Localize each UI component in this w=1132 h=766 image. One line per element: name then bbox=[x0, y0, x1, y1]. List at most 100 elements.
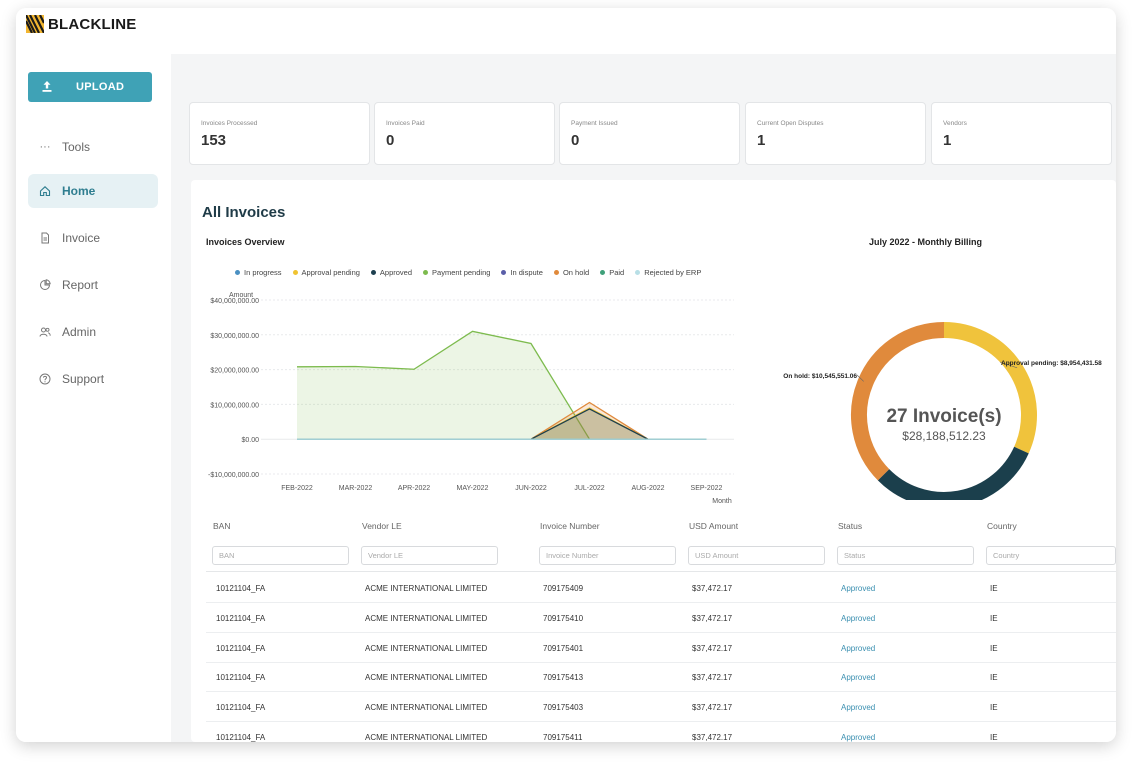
sidebar-item-support[interactable]: Support bbox=[28, 362, 158, 396]
sidebar-item-admin[interactable]: Admin bbox=[28, 315, 158, 349]
table-cell: IE bbox=[990, 673, 998, 683]
table-cell: 10121104_FA bbox=[216, 613, 266, 623]
all-invoices-panel: All Invoices Invoices Overview July 2022… bbox=[191, 180, 1116, 742]
column-header[interactable]: Country bbox=[987, 521, 1017, 531]
kpi-value: 1 bbox=[943, 132, 952, 149]
status-link[interactable]: Approved bbox=[841, 584, 875, 593]
more-dots-icon: ··· bbox=[39, 141, 51, 153]
filter-input-status[interactable] bbox=[837, 546, 974, 565]
kpi-label: Vendors bbox=[943, 120, 967, 127]
kpi-label: Invoices Paid bbox=[386, 120, 425, 127]
table-cell: 10121104_FA bbox=[216, 673, 266, 683]
series-area bbox=[297, 331, 590, 440]
x-tick-label: JUN-2022 bbox=[515, 485, 547, 492]
y-tick-label: $40,000,000.00 bbox=[210, 298, 259, 305]
y-tick-label: $20,000,000.00 bbox=[210, 368, 259, 375]
column-header[interactable]: Status bbox=[838, 521, 862, 531]
kpi-label: Payment Issued bbox=[571, 120, 618, 127]
table-row[interactable]: 10121104_FA ACME INTERNATIONAL LIMITED 709… bbox=[206, 573, 1116, 603]
kpi-value: 0 bbox=[386, 132, 395, 149]
table-cell: IE bbox=[990, 584, 998, 593]
pie-chart-icon bbox=[38, 278, 52, 292]
table-row[interactable]: 10121104_FA ACME INTERNATIONAL LIMITED 709… bbox=[206, 633, 1116, 663]
brand-logo[interactable]: BLACKLINE bbox=[26, 15, 136, 33]
status-link[interactable]: Approved bbox=[841, 673, 875, 682]
x-tick-label: AUG-2022 bbox=[631, 485, 664, 492]
home-icon bbox=[38, 184, 52, 198]
y-tick-label: $10,000,000.00 bbox=[210, 402, 259, 409]
kpi-card: Payment Issued 0 bbox=[559, 102, 740, 165]
users-icon bbox=[38, 325, 52, 339]
table-filter-row bbox=[206, 540, 1116, 572]
kpi-value: 1 bbox=[757, 132, 766, 149]
status-link[interactable]: Approved bbox=[841, 644, 875, 653]
donut-center-count: 27 Invoice(s) bbox=[886, 406, 1001, 427]
invoices-overview-chart: $40,000,000.00 $30,000,000.00 $20,000,000.… bbox=[208, 292, 734, 505]
upload-label: UPLOAD bbox=[76, 81, 125, 93]
filter-input-invoice-number[interactable] bbox=[539, 546, 676, 565]
filter-input-usd-amount[interactable] bbox=[688, 546, 825, 565]
kpi-label: Invoices Processed bbox=[201, 120, 258, 127]
donut-slice bbox=[877, 446, 1029, 500]
main-content: Invoices Processed 153 Invoices Paid 0 Payme… bbox=[171, 54, 1116, 742]
overview-chart-title: Invoices Overview bbox=[206, 237, 285, 247]
sidebar-item-report[interactable]: Report bbox=[28, 268, 158, 302]
table-cell: 10121104_FA bbox=[216, 643, 266, 653]
table-row[interactable]: 10121104_FA ACME INTERNATIONAL LIMITED 709… bbox=[206, 603, 1116, 633]
sidebar-item-label: Admin bbox=[62, 325, 97, 339]
table-cell: 709175410 bbox=[543, 613, 584, 623]
sidebar-item-label: Home bbox=[62, 184, 96, 198]
table-cell: 10121104_FA bbox=[216, 584, 266, 593]
slice-label: Approval pending: $8,954,431.58 bbox=[1001, 360, 1102, 367]
sidebar-item-invoice[interactable]: Invoice bbox=[28, 221, 158, 255]
column-header[interactable]: Invoice Number bbox=[540, 521, 600, 531]
filter-input-vendor-le[interactable] bbox=[361, 546, 498, 565]
x-tick-label: APR-2022 bbox=[398, 485, 430, 492]
brand-name: BLACKLINE bbox=[48, 15, 137, 33]
panel-title: All Invoices bbox=[202, 204, 286, 221]
donut-chart-title: July 2022 - Monthly Billing bbox=[869, 237, 983, 247]
document-icon bbox=[38, 231, 52, 245]
table-row[interactable]: 10121104_FA ACME INTERNATIONAL LIMITED 709… bbox=[206, 662, 1116, 693]
x-tick-label: MAR-2022 bbox=[339, 485, 373, 492]
table-cell: IE bbox=[990, 703, 998, 713]
x-axis-label: Month bbox=[712, 498, 732, 505]
table-row[interactable]: 10121104_FA ACME INTERNATIONAL LIMITED 709… bbox=[206, 692, 1116, 723]
upload-icon bbox=[42, 81, 52, 92]
status-link[interactable]: Approved bbox=[841, 733, 875, 742]
table-header: BAN Vendor LE Invoice Number USD Amount Stat… bbox=[206, 510, 1116, 536]
app-window: BLACKLINE UPLOAD ··· Tools Home Invoice Repo… bbox=[16, 8, 1116, 742]
table-cell: ACME INTERNATIONAL LIMITED bbox=[365, 733, 488, 742]
filter-input-country[interactable] bbox=[986, 546, 1116, 565]
donut-slice bbox=[851, 322, 945, 481]
sidebar-item-tools[interactable]: ··· Tools bbox=[28, 130, 158, 164]
table-cell: $37,472.17 bbox=[692, 733, 733, 742]
sidebar-item-label: Support bbox=[62, 372, 105, 386]
upload-button[interactable]: UPLOAD bbox=[28, 72, 152, 102]
y-axis-label: Amount bbox=[229, 292, 253, 299]
table-cell: 709175401 bbox=[543, 643, 584, 653]
status-link[interactable]: Approved bbox=[841, 614, 875, 623]
y-tick-label: $30,000,000.00 bbox=[210, 333, 259, 340]
column-header[interactable]: Vendor LE bbox=[362, 521, 402, 531]
table-cell: IE bbox=[990, 643, 998, 653]
slice-label: On hold: $10,545,551.06 bbox=[783, 373, 857, 380]
kpi-card: Current Open Disputes 1 bbox=[745, 102, 926, 165]
sidebar-item-label: Tools bbox=[62, 140, 91, 154]
table-cell: $37,472.17 bbox=[692, 703, 733, 713]
y-tick-label: $0.00 bbox=[241, 437, 259, 444]
y-tick-label: -$10,000,000.00 bbox=[208, 472, 259, 479]
sidebar-item-label: Invoice bbox=[62, 231, 101, 245]
kpi-card: Invoices Paid 0 bbox=[374, 102, 555, 165]
kpi-card: Invoices Processed 153 bbox=[189, 102, 370, 165]
table-cell: $37,472.17 bbox=[692, 643, 733, 653]
column-header[interactable]: BAN bbox=[213, 521, 230, 531]
sidebar-item-home[interactable]: Home bbox=[28, 174, 158, 208]
column-header[interactable]: USD Amount bbox=[689, 521, 738, 531]
filter-input-ban[interactable] bbox=[212, 546, 349, 565]
table-cell: 10121104_FA bbox=[216, 733, 266, 742]
table-cell: IE bbox=[990, 613, 998, 623]
table-row[interactable]: 10121104_FA ACME INTERNATIONAL LIMITED 709… bbox=[206, 722, 1116, 742]
status-link[interactable]: Approved bbox=[841, 703, 875, 712]
table-cell: ACME INTERNATIONAL LIMITED bbox=[365, 613, 488, 623]
